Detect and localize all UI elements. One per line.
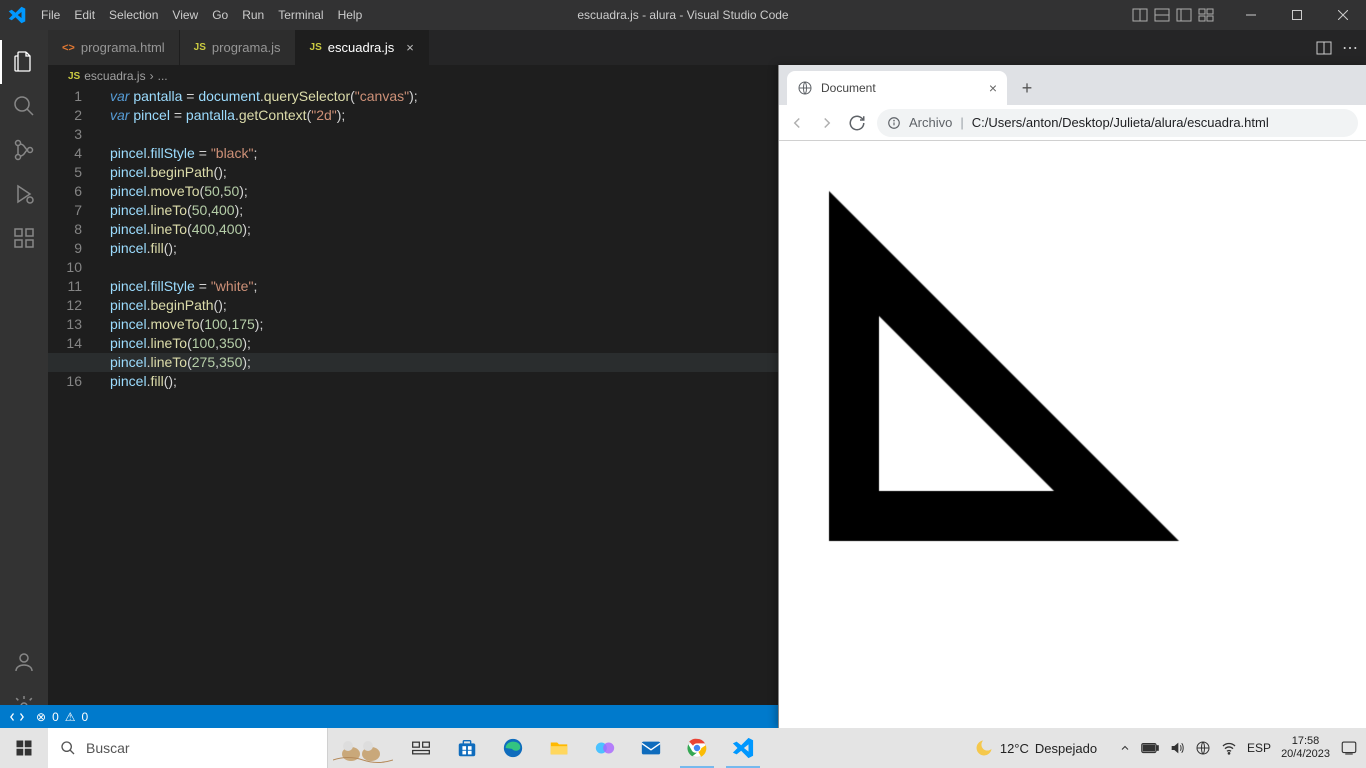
breadcrumb-file: escuadra.js <box>84 69 145 83</box>
edge-icon[interactable] <box>490 728 536 768</box>
error-count: 0 <box>52 710 59 724</box>
clock[interactable]: 17:58 20/4/2023 <box>1281 735 1330 761</box>
js-file-icon: JS <box>194 42 206 53</box>
chrome-icon[interactable] <box>674 728 720 768</box>
menu-go[interactable]: Go <box>205 0 235 30</box>
search-placeholder: Buscar <box>86 740 130 756</box>
weather-label: Despejado <box>1035 741 1097 756</box>
battery-icon[interactable] <box>1141 742 1159 754</box>
search-icon[interactable] <box>0 84 48 128</box>
breadcrumb-sep: › <box>150 69 154 83</box>
source-control-icon[interactable] <box>0 128 48 172</box>
file-explorer-icon[interactable] <box>536 728 582 768</box>
js-file-icon: JS <box>310 42 322 53</box>
code-editor[interactable]: 12345678910111213141516 var pantalla = d… <box>48 87 778 728</box>
clock-time: 17:58 <box>1281 735 1330 748</box>
canvas-output <box>779 141 1366 701</box>
menu-edit[interactable]: Edit <box>67 0 102 30</box>
close-tab-icon[interactable]: × <box>989 80 997 96</box>
browser-tab-title: Document <box>821 81 876 95</box>
browser-tabstrip: Document × + <box>779 65 1366 105</box>
vscode-taskbar-icon[interactable] <box>720 728 766 768</box>
line-number-gutter: 12345678910111213141516 <box>48 87 100 391</box>
html-file-icon: <> <box>62 42 75 54</box>
url-text: C:/Users/anton/Desktop/Julieta/alura/esc… <box>972 115 1269 130</box>
search-icon <box>60 740 76 756</box>
maximize-button[interactable] <box>1274 0 1320 30</box>
taskbar-search[interactable]: Buscar <box>48 728 328 768</box>
window-title: escuadra.js - alura - Visual Studio Code <box>577 8 788 22</box>
js-file-icon: JS <box>68 71 80 82</box>
tab-programa-js[interactable]: JS programa.js <box>180 30 296 65</box>
back-button[interactable] <box>787 113 807 133</box>
mail-icon[interactable] <box>628 728 674 768</box>
windows-taskbar: Buscar 12°C Despejado ESP 17:58 20/4/202… <box>0 728 1366 768</box>
tab-programa-html[interactable]: <> programa.html <box>48 30 180 65</box>
close-tab-icon[interactable]: × <box>406 40 414 55</box>
browser-toolbar: Archivo | C:/Users/anton/Desktop/Julieta… <box>779 105 1366 141</box>
weather-widget[interactable]: 12°C Despejado <box>974 738 1097 758</box>
search-highlight-image <box>328 728 398 768</box>
status-bar[interactable]: ⊗0 ⚠0 <box>0 705 778 728</box>
extensions-icon[interactable] <box>0 216 48 260</box>
copilot-icon[interactable] <box>582 728 628 768</box>
run-debug-icon[interactable] <box>0 172 48 216</box>
menu-help[interactable]: Help <box>331 0 370 30</box>
language-indicator[interactable]: ESP <box>1247 741 1271 755</box>
tab-escuadra-js[interactable]: JS escuadra.js × <box>296 30 429 65</box>
microsoft-store-icon[interactable] <box>444 728 490 768</box>
titlebar: FileEditSelectionViewGoRunTerminalHelp e… <box>0 0 1366 30</box>
system-tray[interactable]: 12°C Despejado ESP 17:58 20/4/2023 <box>974 735 1366 761</box>
url-label: Archivo <box>909 115 952 130</box>
browser-viewport <box>779 141 1366 728</box>
globe-icon <box>797 80 813 96</box>
minimize-button[interactable] <box>1228 0 1274 30</box>
wifi-icon[interactable] <box>1221 740 1237 756</box>
breadcrumb-more: ... <box>158 69 168 83</box>
clock-date: 20/4/2023 <box>1281 748 1330 761</box>
menu-file[interactable]: File <box>34 0 67 30</box>
vscode-logo-icon <box>0 6 34 24</box>
taskbar-pins <box>398 728 766 768</box>
weather-temp: 12°C <box>1000 741 1029 756</box>
remote-icon[interactable] <box>10 710 24 724</box>
tab-label: programa.html <box>81 40 165 55</box>
chevron-up-icon[interactable] <box>1119 742 1131 754</box>
menu-run[interactable]: Run <box>235 0 271 30</box>
url-separator: | <box>960 115 963 130</box>
close-button[interactable] <box>1320 0 1366 30</box>
warning-count: 0 <box>82 710 89 724</box>
activity-bar <box>0 30 48 728</box>
code-content[interactable]: var pantalla = document.querySelector("c… <box>110 87 418 391</box>
menu-selection[interactable]: Selection <box>102 0 165 30</box>
browser-window: Document × + Archivo | C:/Users/anton/De… <box>778 65 1366 728</box>
browser-tab[interactable]: Document × <box>787 71 1007 105</box>
volume-icon[interactable] <box>1169 740 1185 756</box>
forward-button[interactable] <box>817 113 837 133</box>
tab-label: programa.js <box>212 40 281 55</box>
task-view-icon[interactable] <box>398 728 444 768</box>
explorer-icon[interactable] <box>0 40 48 84</box>
moon-icon <box>974 738 994 758</box>
notifications-icon[interactable] <box>1340 739 1358 757</box>
editor-layout-icons[interactable] <box>1132 7 1214 23</box>
split-editor-icon[interactable] <box>1316 40 1332 56</box>
menu-terminal[interactable]: Terminal <box>271 0 330 30</box>
tab-label: escuadra.js <box>328 40 394 55</box>
info-icon <box>887 116 901 130</box>
menu-bar: FileEditSelectionViewGoRunTerminalHelp <box>34 0 369 30</box>
network-icon[interactable] <box>1195 740 1211 756</box>
reload-button[interactable] <box>847 113 867 133</box>
more-actions-icon[interactable]: ⋯ <box>1342 38 1358 58</box>
new-tab-button[interactable]: + <box>1013 74 1041 102</box>
account-icon[interactable] <box>0 640 48 684</box>
editor-tabs: <> programa.html JS programa.js JS escuadra.j… <box>48 30 1366 65</box>
start-button[interactable] <box>0 728 48 768</box>
address-bar[interactable]: Archivo | C:/Users/anton/Desktop/Julieta… <box>877 109 1358 137</box>
menu-view[interactable]: View <box>165 0 205 30</box>
